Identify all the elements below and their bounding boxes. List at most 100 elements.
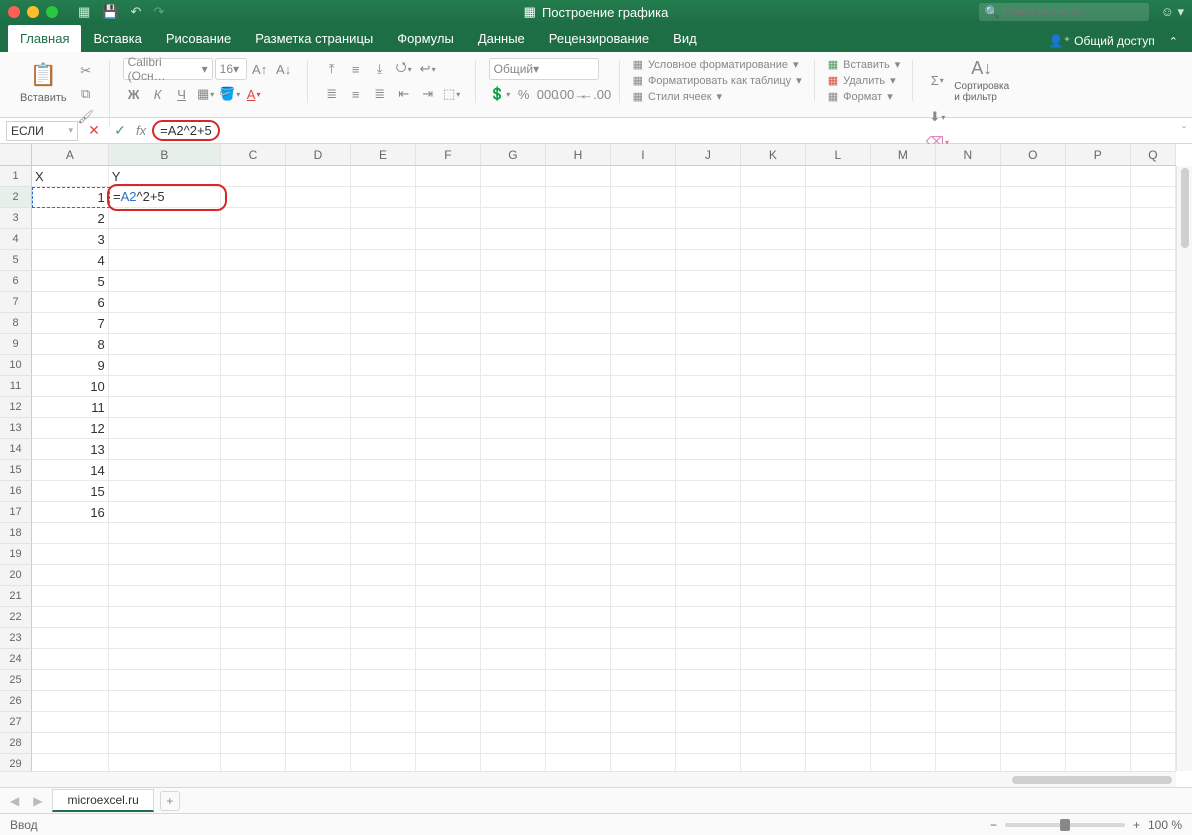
cell-D4[interactable] xyxy=(286,229,351,250)
cell-A24[interactable] xyxy=(32,649,109,670)
cell-B5[interactable] xyxy=(109,250,221,271)
cell-L27[interactable] xyxy=(806,712,871,733)
cell-H17[interactable] xyxy=(546,502,611,523)
cell-P15[interactable] xyxy=(1066,460,1131,481)
column-header-G[interactable]: G xyxy=(481,144,546,166)
row-header-27[interactable]: 27 xyxy=(0,712,32,733)
row-header-20[interactable]: 20 xyxy=(0,565,32,586)
cell-M20[interactable] xyxy=(871,565,936,586)
row-header-1[interactable]: 1 xyxy=(0,166,32,187)
cell-D17[interactable] xyxy=(286,502,351,523)
cell-A21[interactable] xyxy=(32,586,109,607)
cell-J12[interactable] xyxy=(676,397,741,418)
cell-N6[interactable] xyxy=(936,271,1001,292)
cell-L3[interactable] xyxy=(806,208,871,229)
cell-A16[interactable]: 15 xyxy=(32,481,109,502)
cell-N5[interactable] xyxy=(936,250,1001,271)
cell-K4[interactable] xyxy=(741,229,806,250)
cell-J17[interactable] xyxy=(676,502,741,523)
cell-B16[interactable] xyxy=(109,481,221,502)
cell-P11[interactable] xyxy=(1066,376,1131,397)
cell-M15[interactable] xyxy=(871,460,936,481)
cell-P20[interactable] xyxy=(1066,565,1131,586)
cell-L22[interactable] xyxy=(806,607,871,628)
cell-L5[interactable] xyxy=(806,250,871,271)
cell-A13[interactable]: 12 xyxy=(32,418,109,439)
cell-L2[interactable] xyxy=(806,187,871,208)
cell-M16[interactable] xyxy=(871,481,936,502)
cell-B15[interactable] xyxy=(109,460,221,481)
cell-I6[interactable] xyxy=(611,271,676,292)
format-cells-button[interactable]: ▦Формат ▾ xyxy=(828,90,901,103)
cell-K19[interactable] xyxy=(741,544,806,565)
cell-I22[interactable] xyxy=(611,607,676,628)
cell-I8[interactable] xyxy=(611,313,676,334)
cell-A2[interactable]: 1 xyxy=(32,187,109,208)
cell-Q16[interactable] xyxy=(1131,481,1176,502)
cell-E14[interactable] xyxy=(351,439,416,460)
cell-I15[interactable] xyxy=(611,460,676,481)
cell-N24[interactable] xyxy=(936,649,1001,670)
cell-C16[interactable] xyxy=(221,481,286,502)
cell-Q8[interactable] xyxy=(1131,313,1176,334)
cell-J13[interactable] xyxy=(676,418,741,439)
cell-A1[interactable]: X xyxy=(32,166,109,187)
cell-H20[interactable] xyxy=(546,565,611,586)
cell-M19[interactable] xyxy=(871,544,936,565)
cell-Q26[interactable] xyxy=(1131,691,1176,712)
row-header-25[interactable]: 25 xyxy=(0,670,32,691)
cell-C19[interactable] xyxy=(221,544,286,565)
cell-F25[interactable] xyxy=(416,670,481,691)
column-header-D[interactable]: D xyxy=(286,144,351,166)
cell-E8[interactable] xyxy=(351,313,416,334)
cell-H5[interactable] xyxy=(546,250,611,271)
cell-L21[interactable] xyxy=(806,586,871,607)
cell-I24[interactable] xyxy=(611,649,676,670)
cell-G28[interactable] xyxy=(481,733,546,754)
wrap-text-icon[interactable]: ↩ xyxy=(417,58,439,80)
cell-E21[interactable] xyxy=(351,586,416,607)
autosum-icon[interactable]: Σ xyxy=(926,70,948,92)
cell-J8[interactable] xyxy=(676,313,741,334)
cell-L20[interactable] xyxy=(806,565,871,586)
cell-P14[interactable] xyxy=(1066,439,1131,460)
cell-J27[interactable] xyxy=(676,712,741,733)
cell-F2[interactable] xyxy=(416,187,481,208)
cell-B10[interactable] xyxy=(109,355,221,376)
cell-Q25[interactable] xyxy=(1131,670,1176,691)
sheet-nav-prev-icon[interactable]: ◀ xyxy=(6,794,23,808)
cell-G2[interactable] xyxy=(481,187,546,208)
cell-C23[interactable] xyxy=(221,628,286,649)
cell-I5[interactable] xyxy=(611,250,676,271)
cell-K9[interactable] xyxy=(741,334,806,355)
column-header-M[interactable]: M xyxy=(871,144,936,166)
row-header-28[interactable]: 28 xyxy=(0,733,32,754)
zoom-in-button[interactable]: + xyxy=(1133,818,1140,832)
cell-G21[interactable] xyxy=(481,586,546,607)
cell-J6[interactable] xyxy=(676,271,741,292)
cell-C4[interactable] xyxy=(221,229,286,250)
cell-C7[interactable] xyxy=(221,292,286,313)
column-header-P[interactable]: P xyxy=(1066,144,1131,166)
cell-G11[interactable] xyxy=(481,376,546,397)
cell-P13[interactable] xyxy=(1066,418,1131,439)
cell-H9[interactable] xyxy=(546,334,611,355)
cell-N23[interactable] xyxy=(936,628,1001,649)
cell-Q3[interactable] xyxy=(1131,208,1176,229)
cell-M27[interactable] xyxy=(871,712,936,733)
cell-G7[interactable] xyxy=(481,292,546,313)
cell-G8[interactable] xyxy=(481,313,546,334)
cell-L18[interactable] xyxy=(806,523,871,544)
cell-H4[interactable] xyxy=(546,229,611,250)
cell-M17[interactable] xyxy=(871,502,936,523)
cell-D9[interactable] xyxy=(286,334,351,355)
cell-P22[interactable] xyxy=(1066,607,1131,628)
cell-K1[interactable] xyxy=(741,166,806,187)
column-header-L[interactable]: L xyxy=(806,144,871,166)
cell-H10[interactable] xyxy=(546,355,611,376)
cell-E5[interactable] xyxy=(351,250,416,271)
cell-D7[interactable] xyxy=(286,292,351,313)
cell-J2[interactable] xyxy=(676,187,741,208)
cell-C3[interactable] xyxy=(221,208,286,229)
cell-P2[interactable] xyxy=(1066,187,1131,208)
